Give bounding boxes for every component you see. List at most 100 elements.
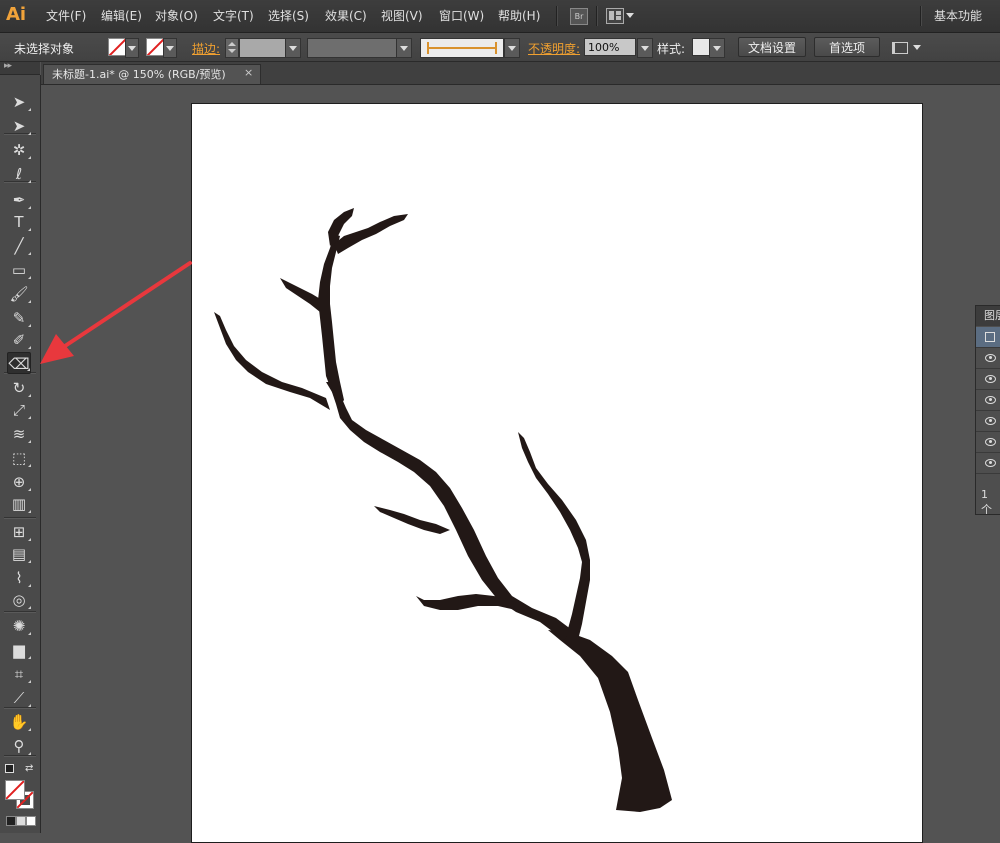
- chevron-down-icon: [166, 46, 174, 51]
- eye-icon[interactable]: [985, 417, 996, 425]
- tree-branch-artwork[interactable]: [192, 104, 924, 834]
- brush-dropdown[interactable]: [504, 38, 520, 58]
- pen-tool[interactable]: ✒: [7, 189, 31, 211]
- layer-row[interactable]: [976, 432, 1000, 453]
- collapse-icon[interactable]: ▸▸: [4, 61, 12, 71]
- artboard-tool[interactable]: ⌗: [7, 663, 31, 685]
- rectangle-tool[interactable]: ▭: [7, 259, 31, 281]
- artboard[interactable]: [191, 103, 923, 843]
- gradient-tool[interactable]: ▤: [7, 543, 31, 565]
- layer-row[interactable]: [976, 411, 1000, 432]
- menu-edit[interactable]: 编辑(E): [101, 8, 142, 24]
- layer-target-icon[interactable]: [985, 332, 995, 342]
- stroke-weight-stepper[interactable]: [225, 38, 239, 58]
- eraser-tool[interactable]: ⌫: [7, 352, 31, 374]
- free-transform-tool[interactable]: ⬚: [7, 447, 31, 469]
- graphic-style-swatch[interactable]: [692, 38, 710, 56]
- layer-row[interactable]: [976, 348, 1000, 369]
- document-setup-button[interactable]: 文档设置: [738, 37, 806, 57]
- chevron-down-icon[interactable]: [913, 45, 921, 50]
- lasso-tool[interactable]: ℓ: [7, 163, 31, 185]
- graphic-style-dropdown[interactable]: [709, 38, 725, 58]
- fill-stroke-indicator[interactable]: [5, 780, 37, 812]
- variable-width-profile[interactable]: [307, 38, 397, 58]
- column-graph-tool[interactable]: ▆: [7, 639, 31, 661]
- flyout-indicator: [28, 728, 31, 731]
- eyedropper-tool[interactable]: ⌇: [7, 567, 31, 589]
- fill-dropdown[interactable]: [125, 38, 139, 58]
- stroke-swatch[interactable]: [146, 38, 164, 56]
- flyout-indicator: [28, 606, 31, 609]
- menu-object[interactable]: 对象(O): [155, 8, 198, 24]
- close-icon[interactable]: ×: [244, 66, 253, 79]
- document-tab-title: 未标题-1.ai* @ 150% (RGB/预览): [52, 68, 226, 81]
- mesh-tool[interactable]: ⊞: [7, 521, 31, 543]
- color-mode-icon[interactable]: [6, 816, 16, 826]
- layers-tab[interactable]: 图层: [976, 306, 1000, 326]
- swap-fill-stroke-icon[interactable]: ⇄: [25, 763, 33, 774]
- symbol-sprayer-tool[interactable]: ✺: [7, 615, 31, 637]
- zoom-tool[interactable]: ⚲: [7, 735, 31, 757]
- flyout-indicator: [28, 394, 31, 397]
- stroke-label[interactable]: 描边:: [192, 40, 220, 57]
- layer-row[interactable]: [976, 369, 1000, 390]
- menu-type[interactable]: 文字(T): [213, 8, 254, 24]
- magic-wand-tool[interactable]: ✲: [7, 139, 31, 161]
- hand-tool[interactable]: ✋: [7, 711, 31, 733]
- opacity-field[interactable]: 100%: [584, 38, 636, 56]
- chevron-down-icon[interactable]: [626, 13, 634, 18]
- preferences-button[interactable]: 首选项: [814, 37, 880, 57]
- bridge-icon[interactable]: Br: [570, 8, 588, 25]
- layer-row[interactable]: [976, 390, 1000, 411]
- shape-builder-tool[interactable]: ⊕: [7, 471, 31, 493]
- blob-brush-tool[interactable]: ✐: [7, 329, 31, 351]
- hand-icon: ✋: [9, 713, 29, 731]
- stroke-weight-field[interactable]: [239, 38, 287, 58]
- brush-definition[interactable]: [420, 38, 504, 58]
- toolbar-header[interactable]: ▸▸: [0, 61, 40, 75]
- direct-selection-tool[interactable]: ➤: [7, 115, 31, 137]
- blend-tool[interactable]: ◎: [7, 589, 31, 611]
- warp-tool[interactable]: ≋: [7, 423, 31, 445]
- eye-icon[interactable]: [985, 375, 996, 383]
- eye-icon[interactable]: [985, 354, 996, 362]
- menu-divider: [920, 6, 922, 26]
- arrange-documents-icon[interactable]: [606, 8, 624, 24]
- type-tool[interactable]: T: [7, 211, 31, 233]
- opacity-dropdown[interactable]: [637, 38, 653, 58]
- paintbrush-tool[interactable]: 🖌: [7, 283, 31, 305]
- menu-select[interactable]: 选择(S): [268, 8, 309, 24]
- align-icon[interactable]: [892, 42, 908, 54]
- stroke-dropdown[interactable]: [163, 38, 177, 58]
- stroke-weight-dropdown[interactable]: [285, 38, 301, 58]
- scale-tool[interactable]: ⤢: [7, 399, 31, 421]
- fill-swatch[interactable]: [108, 38, 126, 56]
- menu-window[interactable]: 窗口(W): [439, 8, 484, 24]
- perspective-grid-tool[interactable]: ▥: [7, 493, 31, 515]
- default-colors-icon[interactable]: [5, 764, 14, 773]
- width-profile-dropdown[interactable]: [396, 38, 412, 58]
- document-tab[interactable]: 未标题-1.ai* @ 150% (RGB/预览): [43, 64, 261, 84]
- flyout-indicator: [28, 560, 31, 563]
- none-mode-icon[interactable]: [26, 816, 36, 826]
- gradient-mode-icon[interactable]: [16, 816, 26, 826]
- menu-view[interactable]: 视图(V): [381, 8, 423, 24]
- line-segment-tool[interactable]: ╱: [7, 235, 31, 257]
- rotate-tool[interactable]: ↻: [7, 377, 31, 399]
- pencil-tool[interactable]: ✎: [7, 307, 31, 329]
- shape-builder-icon: ⊕: [12, 473, 26, 491]
- selection-tool[interactable]: ➤: [7, 91, 31, 113]
- fill-color-box[interactable]: [5, 780, 25, 800]
- eye-icon[interactable]: [985, 459, 996, 467]
- eye-icon[interactable]: [985, 396, 996, 404]
- menu-help[interactable]: 帮助(H): [498, 8, 540, 24]
- workspace-switcher[interactable]: 基本功能: [934, 7, 982, 24]
- menu-effect[interactable]: 效果(C): [325, 8, 367, 24]
- opacity-label[interactable]: 不透明度:: [528, 40, 580, 57]
- layer-row[interactable]: [976, 327, 1000, 348]
- menu-file[interactable]: 文件(F): [46, 8, 86, 24]
- slice-tool[interactable]: ⟋: [7, 687, 31, 709]
- layer-row[interactable]: [976, 453, 1000, 474]
- eye-icon[interactable]: [985, 438, 996, 446]
- flyout-indicator: [28, 108, 31, 111]
